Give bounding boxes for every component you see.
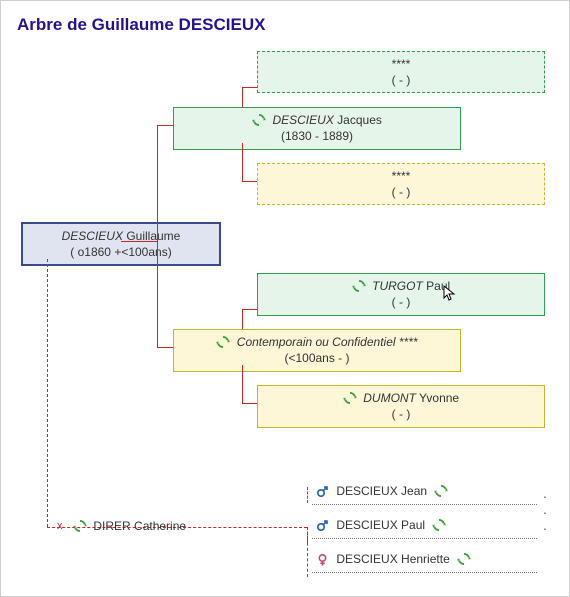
marriage-x-icon: x [57, 520, 63, 532]
dates: ( - ) [264, 294, 538, 310]
surname: DUMONT [363, 391, 416, 405]
dates: ( - ) [264, 72, 538, 88]
connector-dashed [307, 487, 308, 503]
child-row[interactable]: DESCIEUX Jean [312, 481, 537, 505]
anon-name: **** [392, 169, 411, 183]
connector [242, 309, 243, 329]
given: Yvonne [419, 391, 459, 405]
surname: DESCIEUX [272, 113, 333, 127]
given: Henriette [401, 552, 450, 566]
connector-dashed [47, 259, 48, 527]
given: Jean [401, 484, 427, 498]
spouse[interactable]: DIRER Catherine [73, 519, 186, 534]
node-paternal-grandmother[interactable]: **** ( - ) [257, 163, 545, 205]
anon-name: **** [392, 57, 411, 71]
dates: ( - ) [264, 406, 538, 422]
surname: DESCIEUX [62, 229, 123, 243]
given: Catherine [134, 519, 186, 533]
female-icon [316, 553, 329, 566]
given: Jacques [337, 113, 382, 127]
connector [242, 87, 243, 107]
dates: (<100ans - ) [180, 350, 454, 366]
dates: (1830 - 1889) [180, 128, 454, 144]
connector-dashed [307, 527, 308, 577]
connector [242, 143, 243, 181]
given: Paul [401, 518, 425, 532]
surname: DIRER [93, 519, 130, 533]
surname: TURGOT [372, 279, 423, 293]
refresh-icon [343, 391, 357, 405]
refresh-icon [457, 552, 471, 566]
connector [157, 347, 173, 348]
node-maternal-grandfather[interactable]: TURGOT Paul ( - ) [257, 273, 545, 316]
connector [242, 365, 243, 403]
cursor-icon [443, 285, 459, 301]
surname: DESCIEUX [336, 518, 397, 532]
connector [157, 241, 158, 347]
node-father[interactable]: DESCIEUX Jacques (1830 - 1889) [173, 107, 461, 150]
dates: ( o1860 +<100ans) [29, 244, 213, 260]
child-row[interactable]: DESCIEUX Paul [312, 515, 537, 539]
tree-canvas: **** ( - ) DESCIEUX Jacques (1830 - 1889… [17, 45, 553, 585]
connector [242, 403, 257, 404]
refresh-icon [252, 113, 266, 127]
dates: ( - ) [264, 184, 538, 200]
node-maternal-grandmother[interactable]: DUMONT Yvonne ( - ) [257, 385, 545, 428]
connector [242, 181, 257, 182]
more-indicator[interactable]: . . . [543, 485, 553, 533]
surname: DESCIEUX [336, 484, 397, 498]
child-row[interactable]: DESCIEUX Henriette [312, 549, 537, 573]
refresh-icon [216, 335, 230, 349]
male-icon [316, 519, 329, 532]
label: Contemporain ou Confidentiel **** [237, 335, 418, 349]
node-subject[interactable]: DESCIEUX Guillaume ( o1860 +<100ans) [21, 222, 221, 266]
connector [157, 125, 158, 241]
male-icon [316, 485, 329, 498]
node-mother[interactable]: Contemporain ou Confidentiel **** (<100a… [173, 329, 461, 372]
refresh-icon [73, 519, 87, 533]
page-title: Arbre de Guillaume DESCIEUX [17, 15, 553, 35]
refresh-icon [352, 279, 366, 293]
refresh-icon [434, 484, 448, 498]
refresh-icon [432, 518, 446, 532]
connector [157, 125, 173, 126]
connector [242, 87, 257, 88]
node-paternal-grandfather[interactable]: **** ( - ) [257, 51, 545, 93]
surname: DESCIEUX [336, 552, 397, 566]
connector [242, 309, 257, 310]
connector [121, 241, 157, 242]
